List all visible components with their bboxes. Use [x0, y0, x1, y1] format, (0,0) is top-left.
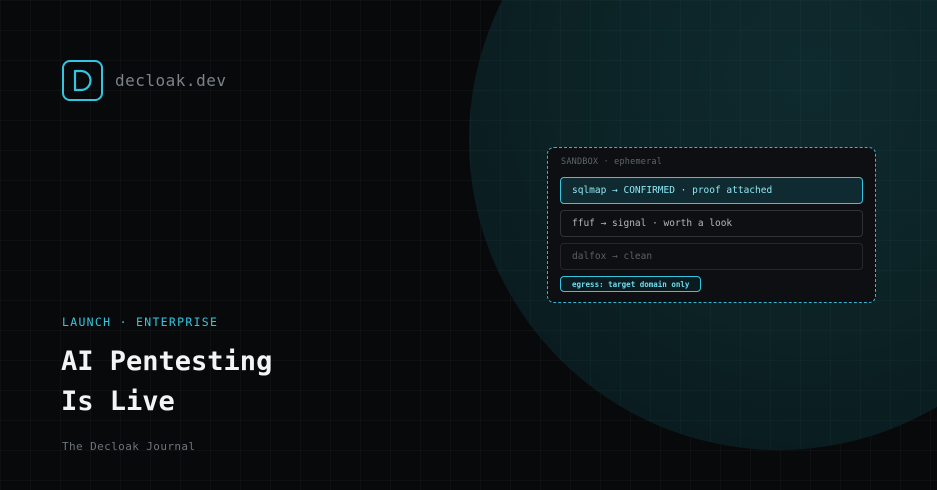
egress-badge: egress: target domain only — [560, 276, 701, 292]
brand-name: decloak.dev — [115, 71, 227, 90]
sandbox-row-ffuf: ffuf → signal · worth a look — [560, 210, 863, 237]
page-title-line-1: AI Pentesting — [61, 346, 273, 377]
logo-letter-d-icon — [73, 69, 92, 92]
sandbox-row-sqlmap: sqlmap → CONFIRMED · proof attached — [560, 177, 863, 204]
sandbox-row-text: ffuf → signal · worth a look — [572, 218, 733, 229]
page-title-line-2: Is Live — [61, 386, 175, 417]
page-title: AI Pentesting Is Live — [61, 342, 272, 422]
sandbox-row-text: dalfox → clean — [572, 251, 653, 262]
kicker-label: LAUNCH · ENTERPRISE — [62, 315, 219, 329]
sandbox-header: SANDBOX · ephemeral — [561, 157, 663, 167]
decloak-d-logo-icon — [62, 60, 103, 101]
sandbox-row-text: sqlmap → CONFIRMED · proof attached — [572, 185, 773, 196]
publication-name: The Decloak Journal — [62, 440, 196, 453]
egress-badge-text: egress: target domain only — [572, 279, 690, 289]
brand[interactable]: decloak.dev — [62, 60, 226, 101]
hero-card: decloak.dev SANDBOX · ephemeral sqlmap →… — [0, 0, 937, 490]
sandbox-panel: SANDBOX · ephemeral sqlmap → CONFIRMED ·… — [547, 147, 876, 303]
sandbox-row-dalfox: dalfox → clean — [560, 243, 863, 270]
